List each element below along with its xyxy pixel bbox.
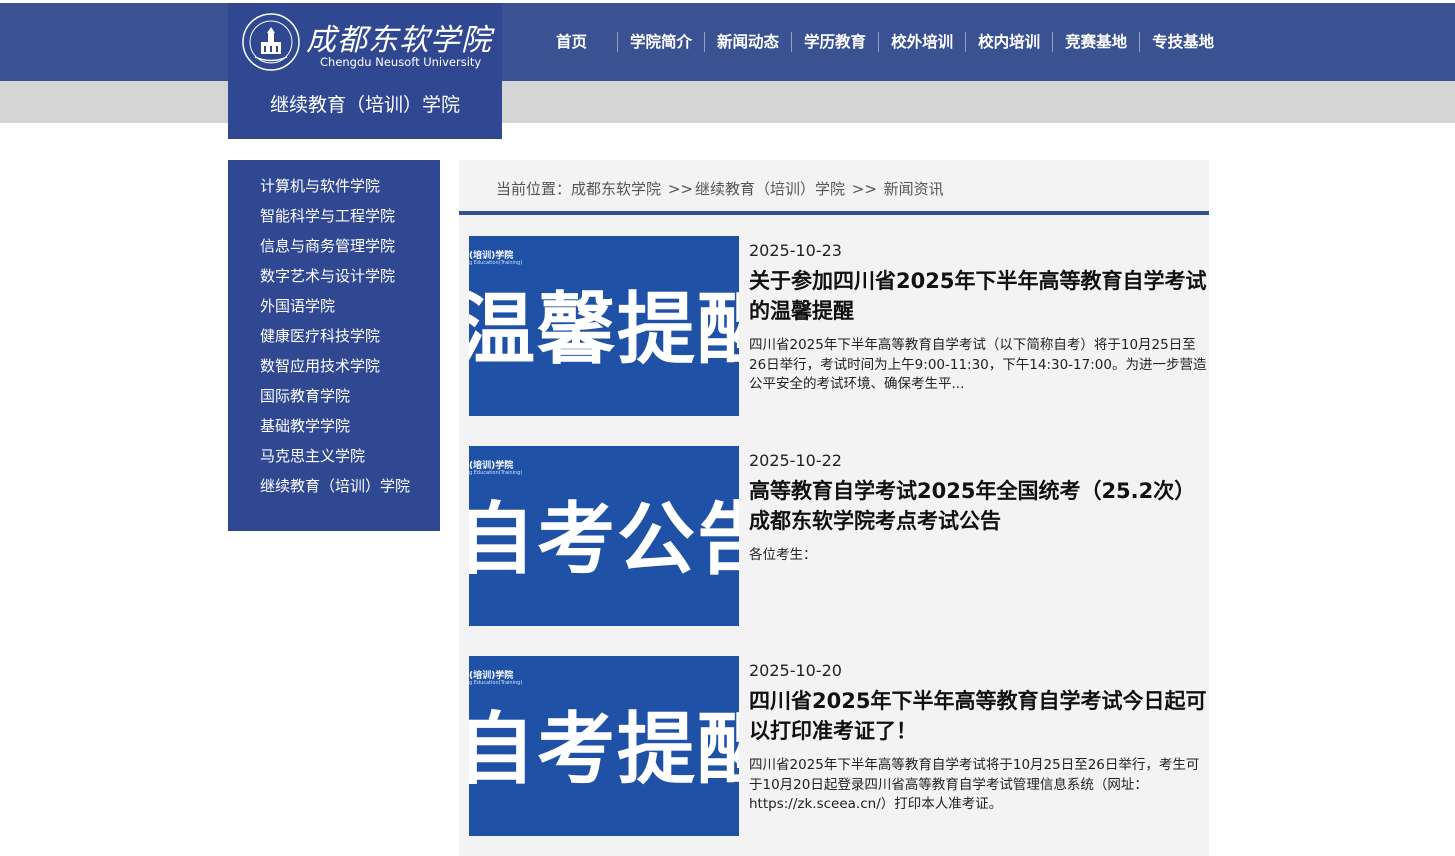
logo-chinese-name: 成都东软学院 — [306, 23, 492, 58]
university-seal-icon — [242, 13, 300, 71]
news-thumbnail[interactable]: (培训)学院 g Education(Training) 自考公告 — [469, 446, 739, 626]
logo-english-name: Chengdu Neusoft University — [320, 55, 482, 69]
sidebar-item-foreign-languages[interactable]: 外国语学院 — [228, 295, 440, 325]
news-summary: 各位考生： — [749, 547, 817, 563]
nav-degree-education[interactable]: 学历教育 — [791, 32, 878, 52]
sidebar-item-basic-teaching[interactable]: 基础教学学院 — [228, 415, 440, 445]
nav-home[interactable]: 首页 — [540, 32, 617, 52]
news-thumbnail[interactable]: (培训)学院 g Education(Training) 自考提醒 — [469, 656, 739, 836]
breadcrumb-link-news[interactable]: 新闻资讯 — [884, 180, 944, 198]
sidebar-item-international-education[interactable]: 国际教育学院 — [228, 385, 440, 415]
logo-block[interactable]: 成都东软学院 Chengdu Neusoft University 继续教育（培… — [228, 3, 502, 139]
news-title-link[interactable]: 高等教育自学考试2025年全国统考（25.2次）成都东软学院考点考试公告 — [749, 476, 1209, 536]
breadcrumb-divider — [459, 211, 1209, 215]
nav-competition-base[interactable]: 竞赛基地 — [1052, 32, 1139, 52]
breadcrumb-link-continuing-education[interactable]: 继续教育（培训）学院 — [695, 180, 845, 198]
sidebar-item-digital-art[interactable]: 数字艺术与设计学院 — [228, 265, 440, 295]
news-summary: 四川省2025年下半年高等教育自学考试将于10月25日至26日举行，考生可于10… — [749, 757, 1200, 812]
news-item: (培训)学院 g Education(Training) 自考提醒 2025-1… — [469, 656, 1209, 836]
sidebar-item-intelligent-science[interactable]: 智能科学与工程学院 — [228, 205, 440, 235]
nav-internal-training[interactable]: 校内培训 — [965, 32, 1052, 52]
content-panel: 当前位置：成都东软学院 >> 继续教育（培训）学院 >> 新闻资讯 (培训)学院 … — [459, 160, 1209, 856]
breadcrumb-separator: >> — [851, 180, 877, 198]
news-date: 2025-10-20 — [749, 661, 842, 680]
thumbnail-headline: 自考公告 — [469, 495, 739, 585]
thumbnail-headline: 自考提醒 — [469, 705, 739, 795]
sidebar: 计算机与软件学院 智能科学与工程学院 信息与商务管理学院 数字艺术与设计学院 外… — [228, 160, 440, 531]
sidebar-item-health-medical[interactable]: 健康医疗科技学院 — [228, 325, 440, 355]
news-item: (培训)学院 g Education(Training) 温馨提醒 2025-1… — [469, 236, 1209, 416]
breadcrumb: 当前位置：成都东软学院 >> 继续教育（培训）学院 >> 新闻资讯 — [496, 178, 944, 199]
nav-external-training[interactable]: 校外培训 — [878, 32, 965, 52]
sidebar-item-computer-software[interactable]: 计算机与软件学院 — [228, 175, 440, 205]
nav-professional-base[interactable]: 专技基地 — [1139, 32, 1226, 52]
news-summary: 四川省2025年下半年高等教育自学考试（以下简称自考）将于10月25日至26日举… — [749, 337, 1207, 392]
news-date: 2025-10-23 — [749, 241, 842, 260]
news-thumbnail[interactable]: (培训)学院 g Education(Training) 温馨提醒 — [469, 236, 739, 416]
sidebar-item-continuing-education[interactable]: 继续教育（培训）学院 — [228, 475, 440, 505]
nav-news[interactable]: 新闻动态 — [704, 32, 791, 52]
nav-about[interactable]: 学院简介 — [617, 32, 704, 52]
breadcrumb-prefix: 当前位置： — [496, 180, 572, 198]
thumbnail-tag-english: g Education(Training) — [469, 470, 523, 476]
sidebar-item-marxism[interactable]: 马克思主义学院 — [228, 445, 440, 475]
thumbnail-headline: 温馨提醒 — [469, 285, 739, 375]
breadcrumb-link-university[interactable]: 成都东软学院 — [571, 180, 661, 198]
thumbnail-tag-english: g Education(Training) — [469, 260, 523, 266]
thumbnail-tag-english: g Education(Training) — [469, 680, 523, 686]
sidebar-item-info-business[interactable]: 信息与商务管理学院 — [228, 235, 440, 265]
sidebar-item-digital-applied-tech[interactable]: 数智应用技术学院 — [228, 355, 440, 385]
breadcrumb-separator: >> — [667, 180, 693, 198]
main-nav: 首页 学院简介 新闻动态 学历教育 校外培训 校内培训 竞赛基地 专技基地 — [540, 3, 1226, 81]
site-subtitle: 继续教育（培训）学院 — [269, 94, 460, 116]
header-gray-band — [0, 81, 1455, 123]
news-date: 2025-10-22 — [749, 451, 842, 470]
news-item: (培训)学院 g Education(Training) 自考公告 2025-1… — [469, 446, 1209, 626]
news-title-link[interactable]: 关于参加四川省2025年下半年高等教育自学考试的温馨提醒 — [749, 266, 1209, 326]
news-title-link[interactable]: 四川省2025年下半年高等教育自学考试今日起可以打印准考证了！ — [749, 686, 1209, 746]
